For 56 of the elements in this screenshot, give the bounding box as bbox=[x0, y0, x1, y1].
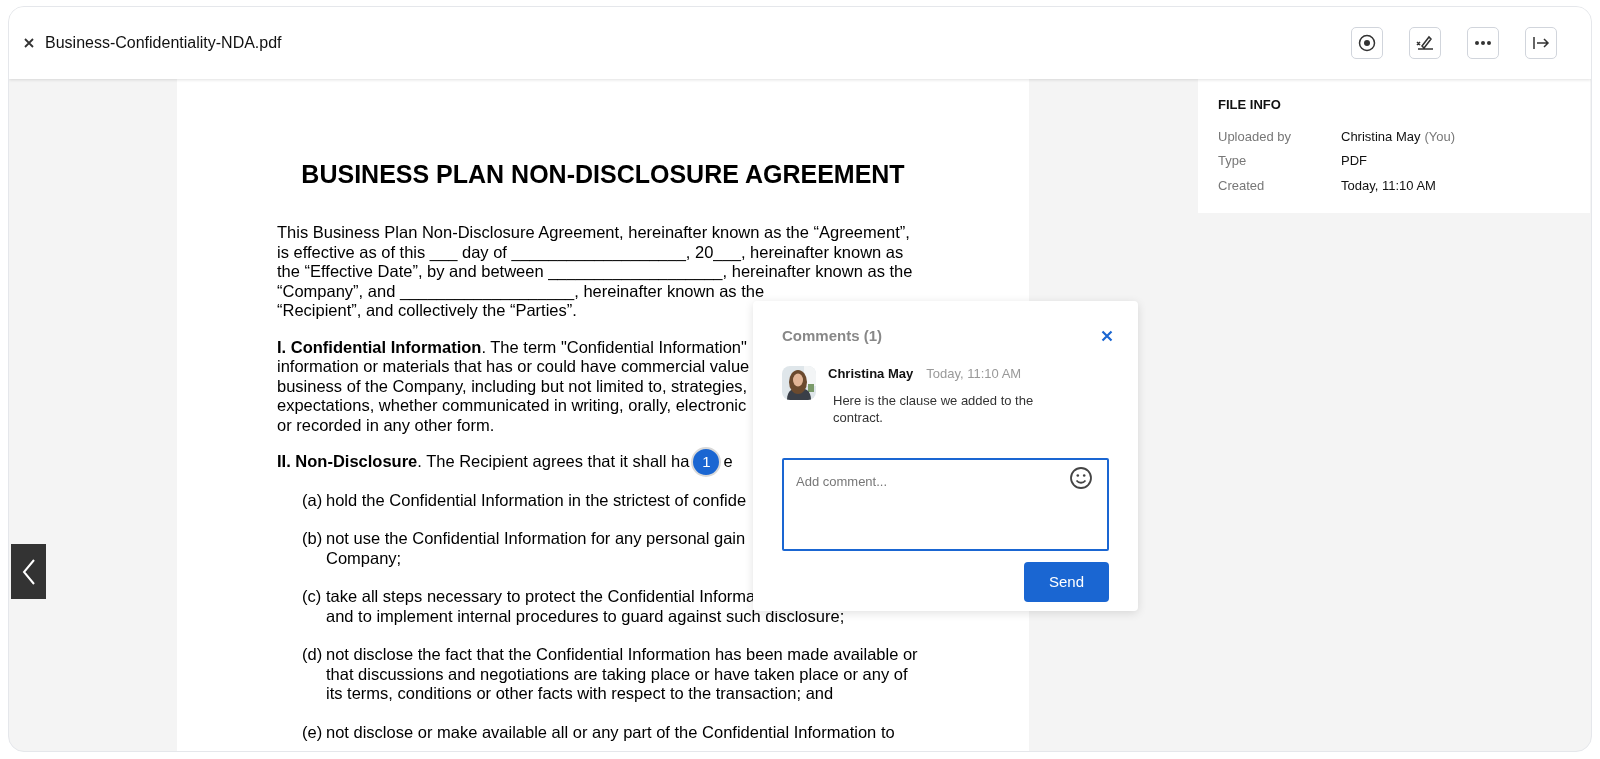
field-label: Type bbox=[1218, 152, 1248, 170]
text-line: or recorded in any other form. bbox=[277, 415, 495, 435]
field-value: Christina May bbox=[1341, 127, 1421, 146]
send-button[interactable]: Send bbox=[1024, 562, 1109, 602]
previous-button[interactable] bbox=[11, 544, 46, 599]
text-line: II. Non-Disclosure. The Recipient agrees that it shall ha bbox=[277, 452, 690, 472]
text-line: its terms, conditions or other facts with respect to the transaction; and bbox=[326, 684, 835, 704]
text-line: not disclose the fact that the Confidential Information has been made available or bbox=[326, 645, 918, 665]
text-line: and to implement internal procedures to guard against such disclosure; bbox=[326, 606, 845, 626]
text-line: I. Confidential Information. The term "Confidential Information" bbox=[277, 337, 747, 357]
field-value: Today, 11:10 AM bbox=[1341, 176, 1436, 195]
document-title: BUSINESS PLAN NON-DISCLOSURE AGREEMENT bbox=[300, 159, 906, 189]
close-icon[interactable] bbox=[23, 37, 35, 49]
field-note: (You) bbox=[1424, 127, 1456, 146]
list-label: (e) bbox=[302, 722, 324, 742]
list-label: (b) bbox=[302, 529, 324, 549]
comment-marker[interactable]: 1 bbox=[691, 446, 722, 477]
text-line: information or materials that has or could have commercial value bbox=[277, 357, 750, 377]
text-line: This Business Plan Non-Disclosure Agreement, hereinafter known as the “Agreement”, bbox=[277, 223, 910, 243]
field-value: PDF bbox=[1341, 152, 1367, 170]
ellipsis-icon bbox=[1475, 41, 1491, 45]
text-line: expectations, whether communicated in writing, orally, electronic bbox=[277, 396, 747, 416]
text-line: Company; bbox=[326, 548, 403, 568]
comment-field[interactable]: Add comment... bbox=[782, 458, 1109, 551]
section-title: FILE INFO bbox=[1218, 96, 1282, 114]
signature-button[interactable] bbox=[1409, 27, 1441, 59]
comments-title: Comments (1) bbox=[782, 326, 882, 346]
collapse-panel-button[interactable] bbox=[1525, 27, 1557, 59]
comment-author: Christina May bbox=[828, 364, 914, 383]
text-line: not disclose or make available all or any part of the Confidential Information to bbox=[326, 722, 895, 742]
field-label: Created bbox=[1218, 176, 1266, 195]
field-label: Uploaded by bbox=[1218, 127, 1292, 146]
text-line: e bbox=[723, 452, 733, 472]
close-icon[interactable] bbox=[1101, 330, 1113, 343]
text-line: “Company”, and ___________________, hereinafter known as the bbox=[277, 281, 765, 301]
text-line: that discussions and negotiations are taking place or have taken place or any of bbox=[326, 664, 909, 684]
emoji-icon[interactable] bbox=[1069, 466, 1093, 490]
text-line: take all steps necessary to protect the Confidential Informa bbox=[326, 587, 757, 607]
record-button[interactable] bbox=[1351, 27, 1383, 59]
text-line: not use the Confidential Information for any personal gain bbox=[326, 529, 746, 549]
arrow-to-bar-icon bbox=[1532, 35, 1550, 51]
file-name: Business-Confidentiality-NDA.pdf bbox=[45, 33, 282, 53]
text-line: hold the Confidential Information in the strictest of confide bbox=[326, 490, 747, 510]
list-label: (a) bbox=[302, 490, 324, 510]
list-label: (c) bbox=[302, 587, 323, 607]
record-icon bbox=[1358, 34, 1376, 52]
comment-time: Today, 11:10 AM bbox=[926, 364, 1022, 383]
text-line: the “Effective Date”, by and between ___________________, hereinafter known as the bbox=[277, 262, 913, 282]
comment-text: Here is the clause we added to the contract. bbox=[832, 392, 1035, 426]
more-button[interactable] bbox=[1467, 27, 1499, 59]
chevron-left-icon bbox=[21, 557, 36, 586]
text-line: business of the Company, including but not limited to, strategies, bbox=[277, 376, 748, 396]
text-line: “Recipient”, and collectively the “Parties”. bbox=[277, 301, 577, 321]
text-line: is effective as of this ___ day of ___________________, 20___, hereinafter known as bbox=[277, 242, 904, 262]
signature-icon bbox=[1415, 34, 1435, 52]
list-label: (d) bbox=[302, 645, 324, 665]
